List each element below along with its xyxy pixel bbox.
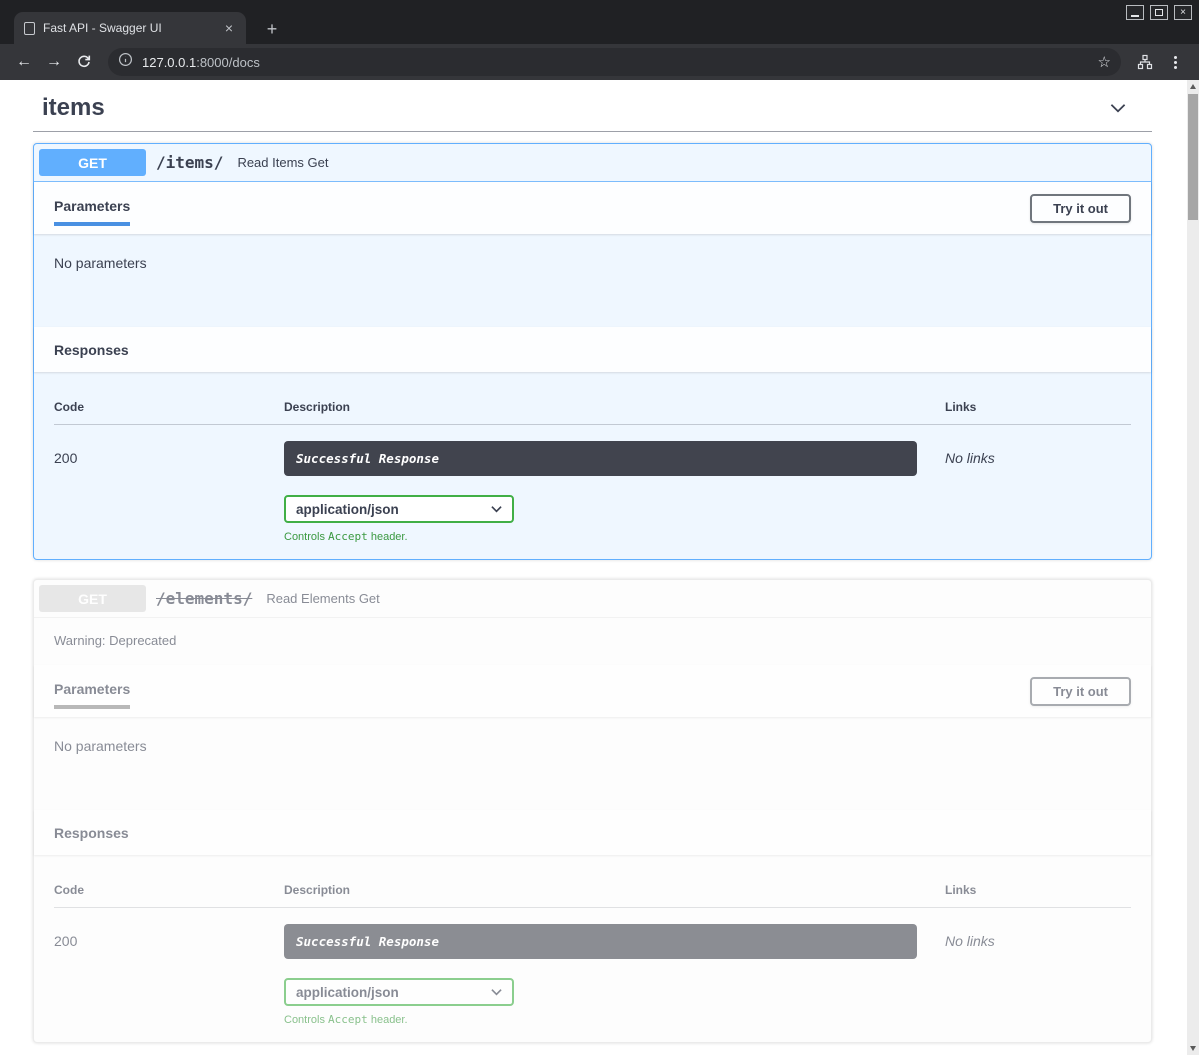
scroll-down-button[interactable]	[1187, 1042, 1199, 1055]
reload-button[interactable]	[70, 48, 98, 76]
opblock-get-elements-deprecated: GET /elements/ Read Elements Get Warning…	[33, 579, 1152, 1043]
column-code: Code	[54, 883, 284, 897]
column-links: Links	[945, 883, 1131, 897]
minimize-button[interactable]	[1126, 5, 1144, 20]
column-description: Description	[284, 400, 945, 414]
parameters-body: No parameters	[34, 234, 1151, 327]
response-links: No links	[945, 441, 1131, 543]
media-type-select[interactable]: application/json	[284, 978, 514, 1006]
parameters-body: No parameters	[34, 717, 1151, 810]
media-type-select[interactable]: application/json	[284, 495, 514, 523]
response-row: 200 Successful Response application/json…	[54, 425, 1131, 543]
parameters-header: Parameters Try it out	[34, 182, 1151, 234]
chevron-down-icon	[491, 988, 502, 996]
endpoint-summary: Read Items Get	[237, 155, 328, 170]
back-button[interactable]: ←	[10, 48, 38, 76]
tab-close-icon[interactable]: ×	[220, 19, 238, 37]
page-icon	[24, 22, 35, 35]
endpoint-path: /items/	[156, 153, 223, 172]
reload-icon	[76, 54, 92, 70]
section-items-header[interactable]: items	[33, 80, 1152, 131]
opblock-summary-items[interactable]: GET /items/ Read Items Get	[34, 144, 1151, 182]
close-button[interactable]: ×	[1174, 5, 1192, 20]
opblock-get-items: GET /items/ Read Items Get Parameters Tr…	[33, 143, 1152, 560]
address-bar[interactable]: 127.0.0.1:8000/docs ☆	[108, 48, 1121, 76]
response-code: 200	[54, 441, 284, 543]
url-text: 127.0.0.1:8000/docs	[142, 55, 260, 70]
media-type-value: application/json	[296, 502, 399, 517]
vertical-scrollbar[interactable]	[1187, 80, 1199, 1055]
try-it-out-button[interactable]: Try it out	[1030, 194, 1131, 223]
method-badge: GET	[39, 585, 146, 612]
maximize-icon	[1155, 9, 1163, 16]
scroll-up-button[interactable]	[1187, 80, 1199, 93]
chevron-down-icon	[491, 505, 502, 513]
responses-body: Code Description Links 200 Successful Re…	[34, 372, 1151, 559]
chevron-down-icon[interactable]	[1106, 97, 1130, 119]
url-host: 127.0.0.1	[142, 55, 196, 70]
maximize-button[interactable]	[1150, 5, 1168, 20]
parameters-header: Parameters Try it out	[34, 665, 1151, 717]
arrow-up-icon	[1190, 84, 1196, 89]
deprecated-warning: Warning: Deprecated	[34, 618, 1151, 665]
bookmark-star-icon[interactable]: ☆	[1098, 53, 1111, 71]
opblock-summary-elements[interactable]: GET /elements/ Read Elements Get	[34, 580, 1151, 618]
endpoint-path: /elements/	[156, 589, 252, 608]
extensions-icon[interactable]	[1131, 48, 1159, 76]
tab-title: Fast API - Swagger UI	[43, 21, 212, 35]
site-info-icon[interactable]	[118, 52, 133, 72]
section-title: items	[42, 94, 105, 122]
column-code: Code	[54, 400, 284, 414]
response-row: 200 Successful Response application/json…	[54, 908, 1131, 1026]
responses-body: Code Description Links 200 Successful Re…	[34, 855, 1151, 1042]
column-description: Description	[284, 883, 945, 897]
responses-title: Responses	[54, 825, 129, 841]
response-links: No links	[945, 924, 1131, 1026]
browser-tab[interactable]: Fast API - Swagger UI ×	[14, 12, 246, 44]
window-controls: ×	[1126, 5, 1192, 20]
arrow-down-icon	[1190, 1046, 1196, 1051]
try-it-out-button[interactable]: Try it out	[1030, 677, 1131, 706]
no-parameters-text: No parameters	[54, 738, 147, 754]
tab-strip: Fast API - Swagger UI × + ×	[0, 0, 1199, 44]
url-path: :8000/docs	[196, 55, 260, 70]
responses-title: Responses	[54, 342, 129, 358]
page-content: items GET /items/ Read Items Get Paramet…	[0, 80, 1199, 1055]
tab-parameters: Parameters	[54, 198, 130, 226]
menu-icon[interactable]	[1161, 48, 1189, 76]
tab-parameters: Parameters	[54, 681, 130, 709]
response-description: Successful Response	[284, 924, 917, 959]
column-links: Links	[945, 400, 1131, 414]
new-tab-button[interactable]: +	[260, 17, 284, 41]
response-description: Successful Response	[284, 441, 917, 476]
no-parameters-text: No parameters	[54, 255, 147, 271]
scrollbar-thumb[interactable]	[1188, 94, 1198, 220]
accept-header-note: Controls Accept header.	[284, 530, 945, 543]
responses-header: Responses	[34, 810, 1151, 855]
responses-table-header: Code Description Links	[54, 392, 1131, 425]
section-divider	[33, 131, 1152, 132]
method-badge: GET	[39, 149, 146, 176]
browser-toolbar: ← → 127.0.0.1:8000/docs ☆	[0, 44, 1199, 80]
media-type-value: application/json	[296, 985, 399, 1000]
accept-header-note: Controls Accept header.	[284, 1013, 945, 1026]
minimize-icon	[1131, 15, 1139, 17]
endpoint-summary: Read Elements Get	[266, 591, 379, 606]
responses-header: Responses	[34, 327, 1151, 372]
forward-button[interactable]: →	[40, 48, 68, 76]
browser-window: Fast API - Swagger UI × + × ← → 127.0.0.…	[0, 0, 1199, 1055]
response-code: 200	[54, 924, 284, 1026]
responses-table-header: Code Description Links	[54, 875, 1131, 908]
